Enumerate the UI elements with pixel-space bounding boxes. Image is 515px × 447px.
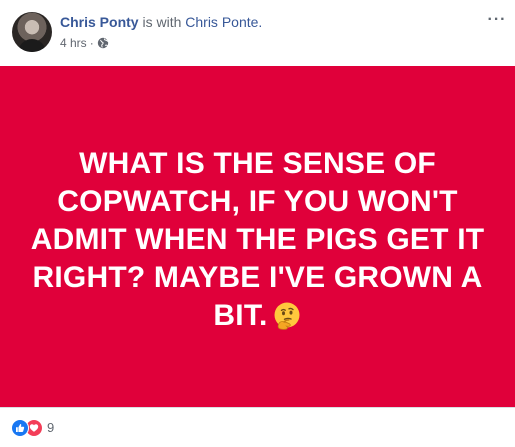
reaction-count[interactable]: 9 xyxy=(47,420,54,436)
with-text: is with xyxy=(142,14,182,30)
thinking-face-icon xyxy=(274,302,300,330)
more-options-button[interactable]: ··· xyxy=(487,10,507,30)
like-icon xyxy=(11,419,29,437)
more-options-icon: ··· xyxy=(487,11,507,28)
post-meta: 4 hrs · xyxy=(60,35,109,51)
text-image-card[interactable]: WHAT IS THE SENSE OF COPWATCH, IF YOU WO… xyxy=(0,66,515,407)
avatar-shirt xyxy=(18,39,46,52)
post-image-text-body: WHAT IS THE SENSE OF COPWATCH, IF YOU WO… xyxy=(30,146,485,332)
globe-icon[interactable] xyxy=(97,37,109,49)
reactions-summary[interactable]: 9 xyxy=(11,419,54,437)
post-image-text: WHAT IS THE SENSE OF COPWATCH, IF YOU WO… xyxy=(23,145,493,335)
facebook-post: Chris Ponty is with Chris Ponte. 4 hrs ·… xyxy=(0,0,515,446)
meta-separator: · xyxy=(89,36,94,50)
post-header: Chris Ponty is with Chris Ponte. 4 hrs ·… xyxy=(0,0,515,66)
author-line: Chris Ponty is with Chris Ponte. xyxy=(60,13,262,31)
tagged-person-link[interactable]: Chris Ponte. xyxy=(185,14,262,30)
post-timestamp[interactable]: 4 hrs xyxy=(60,35,87,51)
avatar[interactable] xyxy=(12,12,52,52)
post-footer: 9 xyxy=(0,407,515,447)
author-name-link[interactable]: Chris Ponty xyxy=(60,14,139,30)
